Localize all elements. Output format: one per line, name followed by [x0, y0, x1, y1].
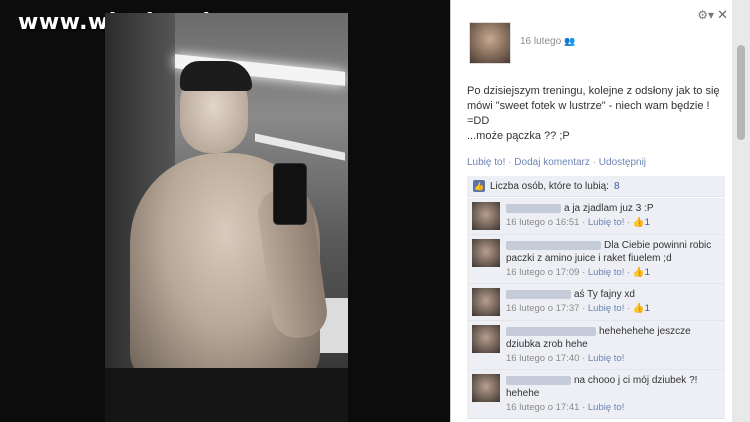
- comment-like-link[interactable]: Lubię to!: [588, 217, 624, 228]
- comment-likes[interactable]: 👍1: [633, 303, 650, 314]
- scrollbar-thumb[interactable]: [737, 45, 745, 140]
- post-text-line: =DD: [467, 115, 490, 127]
- comment-avatar[interactable]: [472, 325, 500, 353]
- comment-like-link[interactable]: Lubię to!: [588, 267, 624, 278]
- photo-light-2: [255, 133, 345, 161]
- comment-avatar[interactable]: [472, 288, 500, 316]
- post-text-line: ...może pączka ?? ;P: [467, 130, 570, 142]
- comment-avatar[interactable]: [472, 239, 500, 267]
- comments-list: a ja zjadlam juz 3 :P 16 lutego o 16:51 ·…: [467, 198, 725, 419]
- comment-likes-count[interactable]: 1: [645, 267, 650, 278]
- comment-likes[interactable]: 👍1: [633, 267, 650, 278]
- separator: ·: [592, 157, 596, 168]
- comment-likes[interactable]: 👍1: [633, 217, 650, 228]
- comment-author-redacted[interactable]: [506, 203, 561, 213]
- separator: ·: [508, 157, 512, 168]
- like-link[interactable]: Lubię to!: [467, 157, 505, 168]
- comment-like-link[interactable]: Lubię to!: [588, 303, 624, 314]
- photo-person-shorts: [105, 368, 348, 422]
- comment-author-redacted[interactable]: [506, 240, 601, 250]
- comment-meta: 16 lutego o 16:51 · Lubię to! · 👍1: [506, 217, 650, 228]
- likes-label: Liczba osób, które to lubią:: [490, 180, 609, 192]
- comment-like-link[interactable]: Lubię to!: [588, 402, 624, 413]
- comment-meta: 16 lutego o 17:40 · Lubię to!: [506, 353, 625, 364]
- thumbs-up-icon: 👍: [473, 180, 485, 192]
- post-text: Po dzisiejszym treningu, kolejne z odsło…: [467, 84, 729, 144]
- post-header: 16 lutego 👥: [469, 22, 575, 64]
- comment-body: na chooo j ci mój dziubek ?! hehehe 16 lu…: [506, 374, 720, 414]
- post-text-line: mówi "sweet fotek w lustrze" - niech wam…: [467, 100, 710, 112]
- scrollbar[interactable]: [732, 0, 750, 422]
- comment-link[interactable]: Dodaj komentarz: [514, 157, 590, 168]
- comment-text: aś Ty fajny xd: [574, 289, 635, 300]
- avatar[interactable]: [469, 22, 511, 64]
- post-date[interactable]: 16 lutego 👥: [520, 36, 575, 47]
- comment-body: aś Ty fajny xd 16 lutego o 17:37 · Lubię …: [506, 288, 650, 316]
- comment-meta: 16 lutego o 17:41 · Lubię to!: [506, 402, 625, 413]
- comment-avatar[interactable]: [472, 374, 500, 402]
- comment-meta: 16 lutego o 17:09 · Lubię to! · 👍1: [506, 267, 650, 278]
- comment-likes-count[interactable]: 1: [645, 303, 650, 314]
- comment-text: a ja zjadlam juz 3 :P: [564, 203, 654, 214]
- close-icon[interactable]: ✕: [717, 7, 728, 23]
- likes-bar: 👍 Liczba osób, które to lubią: 8: [467, 176, 725, 197]
- comment-meta: 16 lutego o 17:37 · Lubię to! · 👍1: [506, 303, 650, 314]
- people-icon: 👥: [564, 35, 576, 46]
- post-photo[interactable]: [105, 13, 348, 422]
- comment-item: aś Ty fajny xd 16 lutego o 17:37 · Lubię …: [467, 284, 725, 321]
- comment-item: Dla Ciebie powinni robic paczki z amino …: [467, 235, 725, 284]
- post-date-text[interactable]: 16 lutego: [520, 36, 561, 47]
- photo-phone: [273, 163, 307, 225]
- post-text-line: Po dzisiejszym treningu, kolejne z odsło…: [467, 85, 720, 97]
- comment-body: Dla Ciebie powinni robic paczki z amino …: [506, 239, 720, 279]
- comment-avatar[interactable]: [472, 202, 500, 230]
- gear-icon[interactable]: ⚙▾: [697, 8, 714, 22]
- comment-author-redacted[interactable]: [506, 375, 571, 385]
- comment-likes-count[interactable]: 1: [645, 217, 650, 228]
- comment-time[interactable]: 16 lutego o 17:37: [506, 303, 579, 314]
- comment-author-redacted[interactable]: [506, 289, 571, 299]
- photo-person-hair: [180, 61, 252, 91]
- likes-count[interactable]: 8: [614, 181, 620, 192]
- comment-time[interactable]: 16 lutego o 17:41: [506, 402, 579, 413]
- comment-author-redacted[interactable]: [506, 326, 596, 336]
- comment-item: a ja zjadlam juz 3 :P 16 lutego o 16:51 ·…: [467, 198, 725, 235]
- comment-time[interactable]: 16 lutego o 17:09: [506, 267, 579, 278]
- comment-time[interactable]: 16 lutego o 16:51: [506, 217, 579, 228]
- comment-item: na chooo j ci mój dziubek ?! hehehe 16 lu…: [467, 370, 725, 419]
- comment-body: hehehehehe jeszcze dziubka zrob hehe 16 l…: [506, 325, 720, 365]
- comment-item: hehehehehe jeszcze dziubka zrob hehe 16 l…: [467, 321, 725, 370]
- comment-like-link[interactable]: Lubię to!: [588, 353, 624, 364]
- post-panel: ⚙▾ ✕ 16 lutego 👥 Po dzisiejszym treningu…: [450, 0, 732, 422]
- share-link[interactable]: Udostępnij: [599, 157, 646, 168]
- post-actions: Lubię to! · Dodaj komentarz · Udostępnij: [467, 157, 646, 168]
- comment-body: a ja zjadlam juz 3 :P 16 lutego o 16:51 ·…: [506, 202, 654, 230]
- comment-time[interactable]: 16 lutego o 17:40: [506, 353, 579, 364]
